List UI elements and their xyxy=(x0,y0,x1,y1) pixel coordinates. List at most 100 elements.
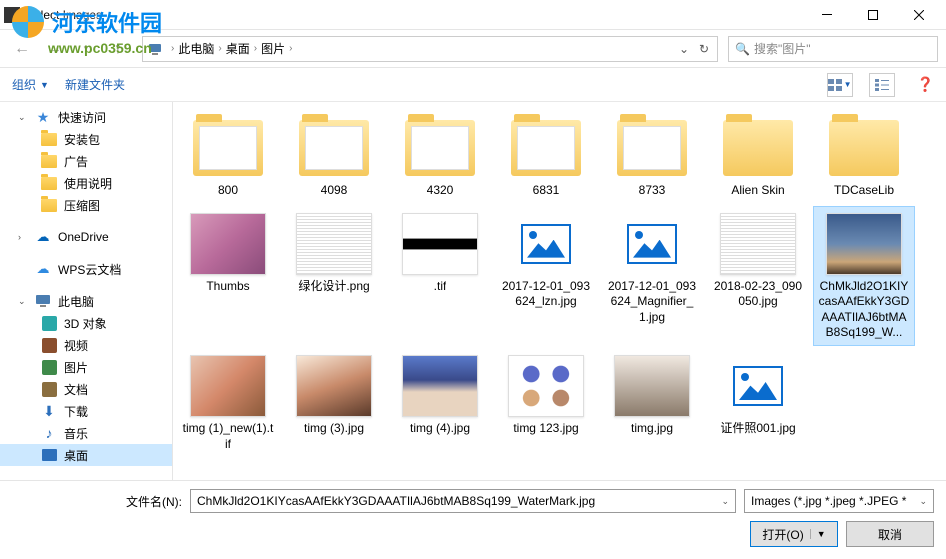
help-button[interactable]: ❓ xyxy=(917,76,934,93)
sidebar-item-pictures[interactable]: 图片 xyxy=(0,356,172,378)
sidebar-item-folder[interactable]: 广告 xyxy=(0,150,172,172)
filename-input[interactable]: ChMkJld2O1KIYcasAAfEkkY3GDAAATIlAJ6btMAB… xyxy=(190,489,736,513)
file-name: 4320 xyxy=(427,183,454,199)
sidebar-item-3d[interactable]: 3D 对象 xyxy=(0,312,172,334)
document-icon xyxy=(42,382,57,397)
file-thumbnail xyxy=(294,353,374,419)
sidebar-item-folder[interactable]: 使用说明 xyxy=(0,172,172,194)
download-icon: ⬇ xyxy=(40,403,58,419)
file-name: timg (3).jpg xyxy=(304,421,364,437)
file-item[interactable]: Thumbs xyxy=(177,206,279,346)
back-button[interactable]: ← xyxy=(8,35,36,63)
file-item[interactable]: Alien Skin xyxy=(707,110,809,204)
sidebar-item-documents[interactable]: 文档 xyxy=(0,378,172,400)
view-details-button[interactable] xyxy=(869,73,895,97)
file-content-area[interactable]: 8004098 4320 6831 8733 Alien Skin TDCaseLib Th… xyxy=(173,102,946,480)
file-item[interactable]: 4320 xyxy=(389,110,491,204)
minimize-button[interactable] xyxy=(804,0,850,30)
video-icon xyxy=(42,338,57,353)
file-name: 证件照001.jpg xyxy=(720,421,795,437)
search-placeholder: 搜索"图片" xyxy=(754,40,811,57)
file-name: Thumbs xyxy=(206,279,249,295)
file-item[interactable]: timg (1)_new(1).tif xyxy=(177,348,279,457)
file-thumbnail xyxy=(400,115,480,181)
file-name: timg (1)_new(1).tif xyxy=(182,421,274,452)
open-button[interactable]: 打开(O)▼ xyxy=(750,521,838,547)
sidebar-quick-access[interactable]: ⌄★快速访问 xyxy=(0,106,172,128)
sidebar-item-folder[interactable]: 安装包 xyxy=(0,128,172,150)
chevron-right-icon: › xyxy=(254,43,257,54)
app-icon xyxy=(4,7,20,23)
filetype-filter[interactable]: Images (*.jpg *.jpeg *.JPEG *⌄ xyxy=(744,489,934,513)
recent-dropdown[interactable]: ▾ xyxy=(72,35,100,63)
file-thumbnail xyxy=(718,211,798,277)
file-thumbnail xyxy=(824,211,904,277)
file-item[interactable]: 2017-12-01_093624_Magnifier_1.jpg xyxy=(601,206,703,346)
file-item[interactable]: .tif xyxy=(389,206,491,346)
image-icon xyxy=(42,360,57,375)
search-input[interactable]: 🔍 搜索"图片" xyxy=(728,36,938,62)
window-title: Select Images xyxy=(26,8,804,22)
forward-button[interactable]: → xyxy=(40,35,68,63)
file-item[interactable]: 绿化设计.png xyxy=(283,206,385,346)
view-thumbnails-button[interactable]: ▼ xyxy=(827,73,853,97)
sidebar-item-folder[interactable]: 压缩图 xyxy=(0,194,172,216)
folder-icon xyxy=(41,155,57,168)
file-item[interactable]: timg 123.jpg xyxy=(495,348,597,457)
sidebar-item-music[interactable]: ♪音乐 xyxy=(0,422,172,444)
close-button[interactable] xyxy=(896,0,942,30)
file-item[interactable]: 8733 xyxy=(601,110,703,204)
file-item[interactable]: 6831 xyxy=(495,110,597,204)
sidebar-onedrive[interactable]: ›☁OneDrive xyxy=(0,226,172,248)
sidebar-item-videos[interactable]: 视频 xyxy=(0,334,172,356)
titlebar: Select Images xyxy=(0,0,946,30)
file-thumbnail xyxy=(400,211,480,277)
chevron-right-icon: › xyxy=(289,43,292,54)
file-item[interactable]: 证件照001.jpg xyxy=(707,348,809,457)
file-name: 8733 xyxy=(639,183,666,199)
file-item[interactable]: 2017-12-01_093624_lzn.jpg xyxy=(495,206,597,346)
sidebar-item-desktop[interactable]: 桌面 xyxy=(0,444,172,466)
file-thumbnail xyxy=(188,115,268,181)
new-folder-button[interactable]: 新建文件夹 xyxy=(65,76,125,93)
sidebar-item-downloads[interactable]: ⬇下载 xyxy=(0,400,172,422)
search-icon: 🔍 xyxy=(735,42,750,56)
sidebar: ⌄★快速访问 安装包 广告 使用说明 压缩图 ›☁OneDrive ☁WPS云文… xyxy=(0,102,173,480)
file-name: Alien Skin xyxy=(731,183,784,199)
file-thumbnail xyxy=(506,211,586,277)
cloud-icon: ☁ xyxy=(34,229,52,245)
file-thumbnail xyxy=(400,353,480,419)
file-item[interactable]: ChMkJld2O1KIYcasAAfEkkY3GDAAATIlAJ6btMAB… xyxy=(813,206,915,346)
file-item[interactable]: 800 xyxy=(177,110,279,204)
up-button[interactable]: ↑ xyxy=(104,35,132,63)
breadcrumb-part[interactable]: 桌面 xyxy=(226,40,250,57)
file-item[interactable]: 4098 xyxy=(283,110,385,204)
file-thumbnail xyxy=(824,115,904,181)
file-name: 6831 xyxy=(533,183,560,199)
file-item[interactable]: timg (4).jpg xyxy=(389,348,491,457)
desktop-icon xyxy=(42,449,57,461)
file-item[interactable]: timg (3).jpg xyxy=(283,348,385,457)
sidebar-this-pc[interactable]: ⌄此电脑 xyxy=(0,290,172,312)
breadcrumb-part[interactable]: 此电脑 xyxy=(178,40,214,57)
sidebar-wps[interactable]: ☁WPS云文档 xyxy=(0,258,172,280)
file-item[interactable]: 2018-02-23_090050.jpg xyxy=(707,206,809,346)
cancel-button[interactable]: 取消 xyxy=(846,521,934,547)
file-thumbnail xyxy=(294,211,374,277)
file-thumbnail xyxy=(612,353,692,419)
maximize-button[interactable] xyxy=(850,0,896,30)
breadcrumb-part[interactable]: 图片 xyxy=(261,40,285,57)
file-thumbnail xyxy=(612,115,692,181)
refresh-button[interactable]: ↻ xyxy=(695,42,713,56)
filename-label: 文件名(N): xyxy=(12,493,182,510)
chevron-right-icon: › xyxy=(171,43,174,54)
file-item[interactable]: timg.jpg xyxy=(601,348,703,457)
file-name: timg (4).jpg xyxy=(410,421,470,437)
file-name: 2018-02-23_090050.jpg xyxy=(712,279,804,310)
file-item[interactable]: TDCaseLib xyxy=(813,110,915,204)
organize-menu[interactable]: 组织 ▼ xyxy=(12,76,49,93)
file-name: 2017-12-01_093624_Magnifier_1.jpg xyxy=(606,279,698,326)
breadcrumb-dropdown[interactable]: ⌄ xyxy=(675,42,693,56)
breadcrumb[interactable]: › 此电脑 › 桌面 › 图片 › ⌄↻ xyxy=(142,36,718,62)
file-name: TDCaseLib xyxy=(834,183,894,199)
